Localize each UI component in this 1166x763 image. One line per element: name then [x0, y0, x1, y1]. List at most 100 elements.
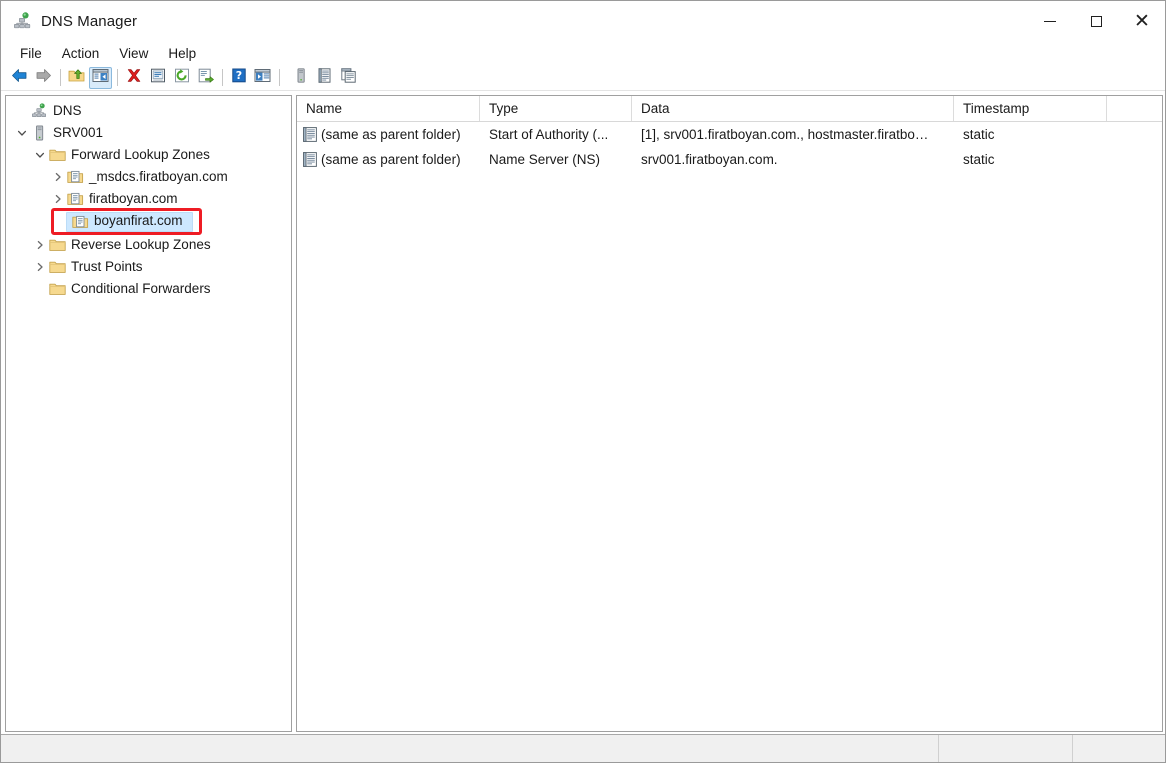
- cell-data: [1], srv001.firatboyan.com., hostmaster.…: [632, 127, 954, 142]
- list-view-body: (same as parent folder) Start of Authori…: [297, 122, 1162, 731]
- show-action-pane-button[interactable]: [251, 67, 274, 89]
- tree-node-firatboyan-com[interactable]: firatboyan.com: [6, 188, 291, 210]
- server-icon: [30, 125, 48, 141]
- cell-name-text: (same as parent folder): [321, 152, 461, 167]
- cell-data-text: srv001.firatboyan.com.: [641, 152, 778, 167]
- list-view-header: Name Type Data Timestamp: [297, 96, 1162, 122]
- status-pane-main: [1, 735, 939, 762]
- zone-icon: [66, 170, 84, 184]
- folder-icon: [48, 282, 66, 296]
- tree-node-boyanfirat-com[interactable]: boyanfirat.com: [6, 208, 291, 235]
- menu-action[interactable]: Action: [52, 44, 110, 63]
- tree-node-firatboyan-com-label: firatboyan.com: [89, 190, 178, 206]
- tree-node-forward-lookup-zones[interactable]: Forward Lookup Zones: [6, 144, 291, 166]
- cell-type: Name Server (NS): [480, 152, 632, 167]
- new-zone-button[interactable]: [313, 67, 336, 89]
- export-list-button[interactable]: [194, 67, 217, 89]
- title-bar-left: DNS Manager: [1, 12, 137, 30]
- work-area: DNS SRV001 Forward Lookup Zones _msdcs.f…: [1, 91, 1165, 734]
- red-x-icon: [126, 68, 142, 88]
- chevron-right-icon[interactable]: [50, 194, 66, 204]
- zone-icon: [71, 215, 89, 229]
- tree-node-msdcs-firatboyan-com-label: _msdcs.firatboyan.com: [89, 168, 228, 184]
- help-button[interactable]: ?: [227, 67, 250, 89]
- menu-bar: File Action View Help: [1, 41, 1165, 65]
- chevron-right-icon[interactable]: [32, 240, 48, 250]
- minimize-icon: [1044, 20, 1056, 22]
- export-list-icon: [198, 68, 214, 88]
- refresh-button[interactable]: [170, 67, 193, 89]
- window-controls: ✕: [1027, 1, 1165, 41]
- zone-icon: [66, 192, 84, 206]
- console-tree-icon: [92, 68, 109, 88]
- server-tower-icon: [294, 67, 308, 88]
- tree-node-trust-points[interactable]: Trust Points: [6, 256, 291, 278]
- tree-node-reverse-lookup-zones[interactable]: Reverse Lookup Zones: [6, 234, 291, 256]
- tree-node-dns[interactable]: DNS: [6, 100, 291, 122]
- back-arrow-icon: [11, 68, 28, 88]
- tree-node-msdcs-firatboyan-com[interactable]: _msdcs.firatboyan.com: [6, 166, 291, 188]
- title-bar: DNS Manager ✕: [1, 1, 1165, 41]
- help-question-icon: ?: [231, 68, 247, 88]
- cell-data: srv001.firatboyan.com.: [632, 152, 954, 167]
- cell-name: (same as parent folder): [297, 152, 480, 167]
- column-header-timestamp[interactable]: Timestamp: [954, 96, 1107, 121]
- record-list-icon: [317, 67, 332, 88]
- table-row[interactable]: (same as parent folder) Start of Authori…: [297, 122, 1162, 147]
- folder-icon: [48, 260, 66, 274]
- menu-help[interactable]: Help: [158, 44, 206, 63]
- delete-button[interactable]: [122, 67, 145, 89]
- new-server-button[interactable]: [289, 67, 312, 89]
- console-tree: DNS SRV001 Forward Lookup Zones _msdcs.f…: [6, 96, 291, 300]
- chevron-right-icon[interactable]: [50, 172, 66, 182]
- toolbar-separator-1: [60, 69, 61, 86]
- forward-button[interactable]: [32, 67, 55, 89]
- chevron-down-icon[interactable]: [32, 150, 48, 160]
- toolbar-separator-4: [279, 69, 280, 86]
- show-hide-tree-button[interactable]: [89, 66, 112, 89]
- table-row[interactable]: (same as parent folder) Name Server (NS)…: [297, 147, 1162, 172]
- column-header-timestamp-label: Timestamp: [963, 101, 1030, 116]
- tree-node-boyanfirat-com-label: boyanfirat.com: [94, 213, 183, 229]
- chevron-right-icon[interactable]: [32, 262, 48, 272]
- new-record-button[interactable]: [337, 67, 360, 89]
- maximize-icon: [1090, 15, 1102, 27]
- action-pane-icon: [254, 68, 271, 88]
- maximize-button[interactable]: [1073, 1, 1119, 41]
- back-button[interactable]: [8, 67, 31, 89]
- menu-file[interactable]: File: [10, 44, 52, 63]
- cell-type-text: Name Server (NS): [489, 152, 601, 167]
- column-header-name-label: Name: [306, 101, 343, 116]
- menu-view[interactable]: View: [109, 44, 158, 63]
- cell-name-text: (same as parent folder): [321, 127, 461, 142]
- cell-type-text: Start of Authority (...: [489, 127, 609, 142]
- column-header-type[interactable]: Type: [480, 96, 632, 121]
- window-title: DNS Manager: [41, 12, 138, 30]
- column-header-data-label: Data: [641, 101, 670, 116]
- tree-node-srv001[interactable]: SRV001: [6, 122, 291, 144]
- status-pane-second: [939, 735, 1073, 762]
- column-header-type-label: Type: [489, 101, 519, 116]
- cell-data-text: [1], srv001.firatboyan.com., hostmaster.…: [641, 127, 929, 142]
- column-header-data[interactable]: Data: [632, 96, 954, 121]
- properties-button[interactable]: [146, 67, 169, 89]
- column-header-name[interactable]: Name: [297, 96, 480, 121]
- properties-icon: [150, 68, 166, 88]
- tree-node-dns-label: DNS: [53, 102, 82, 118]
- refresh-icon: [174, 68, 190, 88]
- cell-type: Start of Authority (...: [480, 127, 632, 142]
- console-tree-pane[interactable]: DNS SRV001 Forward Lookup Zones _msdcs.f…: [5, 95, 292, 732]
- toolbar-separator-2: [117, 69, 118, 86]
- cell-timestamp-text: static: [963, 152, 995, 167]
- tree-node-conditional-forwarders[interactable]: Conditional Forwarders: [6, 278, 291, 300]
- status-pane-third: [1073, 735, 1165, 762]
- records-list-pane[interactable]: Name Type Data Timestamp (same as parent…: [296, 95, 1163, 732]
- close-button[interactable]: ✕: [1119, 1, 1165, 41]
- chevron-down-icon[interactable]: [14, 128, 30, 138]
- tree-node-srv001-label: SRV001: [53, 124, 104, 140]
- cell-timestamp: static: [954, 152, 1107, 167]
- up-one-level-button[interactable]: [65, 67, 88, 89]
- tree-node-forward-lookup-zones-label: Forward Lookup Zones: [71, 146, 210, 162]
- tree-node-boyanfirat-com-selection: boyanfirat.com: [66, 212, 193, 232]
- minimize-button[interactable]: [1027, 1, 1073, 41]
